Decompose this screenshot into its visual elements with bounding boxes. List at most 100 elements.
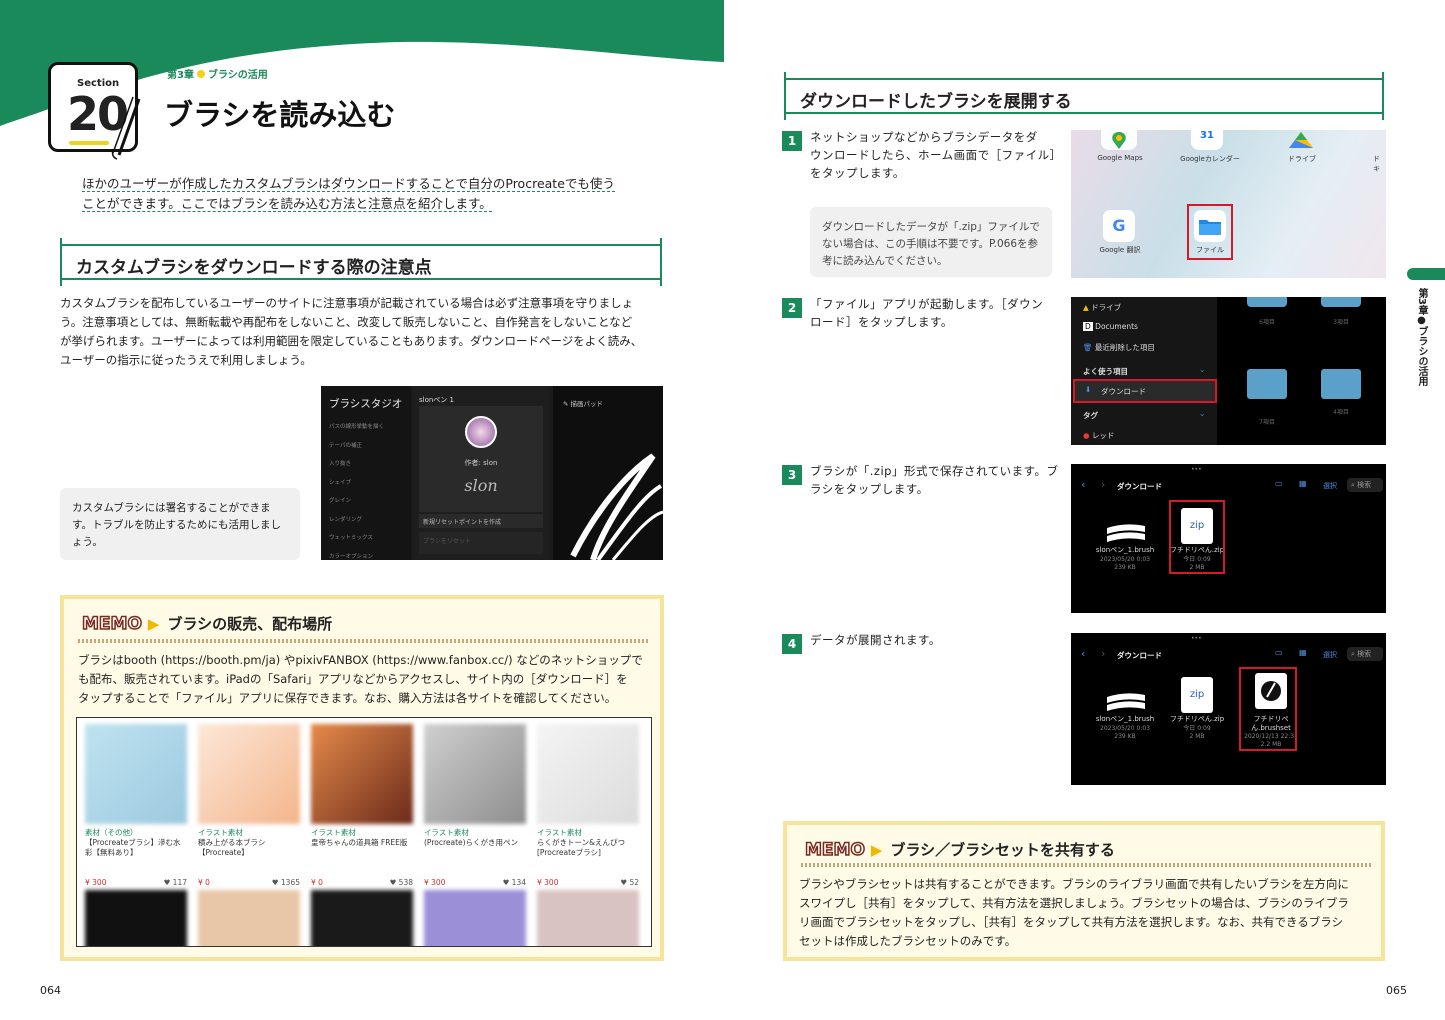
product-card[interactable]: イラスト素材 皇帝ちゃんの道具箱 FREE版 ¥ 0 ♥ 538 <box>311 724 413 887</box>
red-dot-icon: ● <box>1083 431 1092 440</box>
folder-icon[interactable] <box>1321 297 1361 307</box>
memo-box-right: MEMO ▶ ブラシ／ブラシセットを共有する ブラシやブラシセットは共有することがで… <box>783 821 1385 961</box>
product-card[interactable]: イラスト素材 らくがきトーン&えんぴつ[Procreateブラシ] ¥ 300 … <box>537 724 639 887</box>
memo-logo: MEMO <box>804 839 865 861</box>
studio-menu-item[interactable]: ウェットミックス <box>329 529 384 548</box>
app-label: Google 翻訳 <box>1099 246 1141 254</box>
file-size: 239 KB <box>1114 564 1136 571</box>
brush-card: 作者: slon slon <box>419 406 543 512</box>
sidebar-label: 最近削除した項目 <box>1094 343 1155 352</box>
product-card[interactable]: イラスト素材 積み上がる本ブラシ【Procreate】 ¥ 0 ♥ 1365 <box>198 724 300 887</box>
product-thumb[interactable] <box>198 890 300 946</box>
page-number-left: 064 <box>40 984 61 997</box>
studio-sidebar: ブラシスタジオ パスの線形挙動を描く テーパの補正 入り抜き シェイプ グレイン… <box>321 386 411 560</box>
forward-icon[interactable]: › <box>1101 647 1105 660</box>
step-text: ブラシが「.zip」形式で保存されています。ブ ラシをタップします。 <box>810 462 1060 498</box>
studio-menu-item[interactable]: テーパの補正 <box>329 437 384 456</box>
chevron-down-icon[interactable]: ⌄ <box>1199 365 1205 374</box>
search-placeholder: 検索 <box>1357 481 1372 489</box>
grid-view-icon[interactable]: ▦ <box>1299 648 1307 657</box>
heart-icon: ♥ <box>389 878 399 887</box>
sidebar-label: ドライブ <box>1091 303 1122 312</box>
file-size: 239 KB <box>1114 733 1136 740</box>
new-reset-point-button[interactable]: 新規リセットポイントを作成 <box>419 514 543 528</box>
sidebar-item-drive[interactable]: ▲ ドライブ <box>1083 302 1121 313</box>
studio-menu-item[interactable]: シェイプ <box>329 474 384 493</box>
folder-icon[interactable] <box>1247 297 1287 307</box>
drawing-pad[interactable]: ✎ 描画パッド <box>553 386 663 560</box>
folder-icon[interactable] <box>1247 369 1287 399</box>
search-input[interactable]: ⌕ 検索 <box>1347 478 1383 492</box>
step-text: ネットショップなどからブラシデータをダ ウンロードしたら、ホーム画面で［ファイル… <box>810 128 1061 182</box>
file-name: フチドリペん.zip <box>1169 715 1225 723</box>
product-thumb[interactable] <box>537 890 639 946</box>
folder-icon[interactable] <box>1321 369 1361 399</box>
product-likes: ♥ 538 <box>390 878 413 887</box>
body-line: が挙げられます。ユーザーによっては利用範囲を限定していることもあります。ダウンロ… <box>60 334 643 348</box>
google-maps-icon[interactable] <box>1101 130 1137 150</box>
sidebar-item-recently-deleted[interactable]: 🗑 最近削除した項目 <box>1083 342 1155 353</box>
product-title: 【Procreateブラシ】滲む水彩【無料あり】 <box>85 838 181 857</box>
brush-file-icon[interactable] <box>1105 522 1147 542</box>
studio-menu-item[interactable]: カラーオプション <box>329 548 384 567</box>
trash-icon: 🗑 <box>1083 343 1095 352</box>
heading-text: カスタムブラシをダウンロードする際の注意点 <box>76 258 432 278</box>
product-title: 積み上がる本ブラシ【Procreate】 <box>198 838 266 857</box>
product-thumb[interactable] <box>311 890 413 946</box>
zip-file-icon[interactable]: zip <box>1181 677 1213 713</box>
memo-line: スワイプし［共有］をタップして、共有方法を選択しましょう。ブラシセットの場合は、… <box>799 896 1349 910</box>
downloads-screenshot-1: ••• ‹ › ダウンロード ▭ ▦ 選択 ⌕ 検索 slonペン_1.brus… <box>1071 464 1386 613</box>
search-input[interactable]: ⌕ 検索 <box>1347 647 1383 661</box>
sidebar-item-documents[interactable]: D Documents <box>1083 322 1138 331</box>
heart-icon: ♥ <box>271 878 281 887</box>
product-thumb <box>85 724 187 824</box>
studio-menu-item[interactable]: レンダリング <box>329 511 384 530</box>
folder-add-icon[interactable]: ▭ <box>1275 648 1283 657</box>
page-number-right: 065 <box>1386 984 1407 997</box>
product-likes: ♥ 117 <box>164 878 187 887</box>
heading-text: ダウンロードしたブラシを展開する <box>800 92 1072 112</box>
intro-text: ほかのユーザーが作成したカスタムブラシはダウンロードすることで自分のProcre… <box>82 174 642 214</box>
select-button[interactable]: 選択 <box>1323 650 1337 660</box>
folder-title: ダウンロード <box>1117 651 1162 660</box>
brush-author: 作者: slon <box>464 459 498 467</box>
brush-file-icon[interactable] <box>1105 691 1147 711</box>
grid-view-icon[interactable]: ▦ <box>1299 479 1307 488</box>
product-thumb <box>198 724 300 824</box>
reset-brush-button[interactable]: ブラシをリセット <box>419 532 543 554</box>
folder-add-icon[interactable]: ▭ <box>1275 479 1283 488</box>
product-likes: ♥ 1365 <box>272 878 300 887</box>
product-thumb[interactable] <box>424 890 526 946</box>
product-card[interactable]: イラスト素材 (Procreate)らくがき用ペン ¥ 300 ♥ 134 <box>424 724 526 887</box>
studio-menu-item[interactable]: グレイン <box>329 492 384 511</box>
downloads-screenshot-2: ••• ‹ › ダウンロード ▭ ▦ 選択 ⌕ 検索 slonペン_1.brus… <box>1071 633 1386 785</box>
product-title: 皇帝ちゃんの道具箱 FREE版 <box>311 838 408 847</box>
likes-count: 1365 <box>280 878 300 887</box>
product-card[interactable]: 素材（その他） 【Procreateブラシ】滲む水彩【無料あり】 ¥ 300 ♥… <box>85 724 187 887</box>
product-title: らくがきトーン&えんぴつ[Procreateブラシ] <box>537 838 625 857</box>
memo-body-right: ブラシやブラシセットは共有することができます。ブラシのライブラリ画面で共有したい… <box>799 875 1379 951</box>
studio-menu: パスの線形挙動を描く テーパの補正 入り抜き シェイプ グレイン レンダリング … <box>329 418 384 566</box>
folder-count: 4項目 <box>1333 409 1349 416</box>
google-drive-icon[interactable] <box>1285 130 1317 150</box>
back-icon[interactable]: ‹ <box>1081 478 1085 491</box>
studio-menu-item[interactable]: パスの線形挙動を描く <box>329 418 384 437</box>
step-line: 「ファイル」アプリが起動します。［ダウン <box>810 297 1044 311</box>
chapter-number: 第3章 <box>167 70 194 81</box>
select-button[interactable]: 選択 <box>1323 481 1337 491</box>
back-icon[interactable]: ‹ <box>1081 647 1085 660</box>
chevron-down-icon[interactable]: ⌄ <box>1199 409 1205 418</box>
studio-menu-item[interactable]: 入り抜き <box>329 455 384 474</box>
highlight-frame <box>1239 667 1297 751</box>
google-translate-icon[interactable]: G <box>1103 210 1135 242</box>
section-heading-left: カスタムブラシをダウンロードする際の注意点 <box>60 238 662 286</box>
google-calendar-icon[interactable]: 31 <box>1191 130 1223 150</box>
product-category: イラスト素材 <box>311 828 356 837</box>
step-line: ネットショップなどからブラシデータをダ <box>810 130 1038 144</box>
chapter-side-tab <box>1407 268 1445 280</box>
forward-icon[interactable]: › <box>1101 478 1105 491</box>
step1-note: ダウンロードしたデータが「.zip」ファイルでない場合は、この手順は不要です。P… <box>810 207 1052 277</box>
sidebar-item-red-tag[interactable]: ● レッド <box>1083 430 1114 441</box>
product-thumb[interactable] <box>85 890 187 946</box>
memo-line: ブラシやブラシセットは共有することができます。ブラシのライブラリ画面で共有したい… <box>799 877 1349 891</box>
